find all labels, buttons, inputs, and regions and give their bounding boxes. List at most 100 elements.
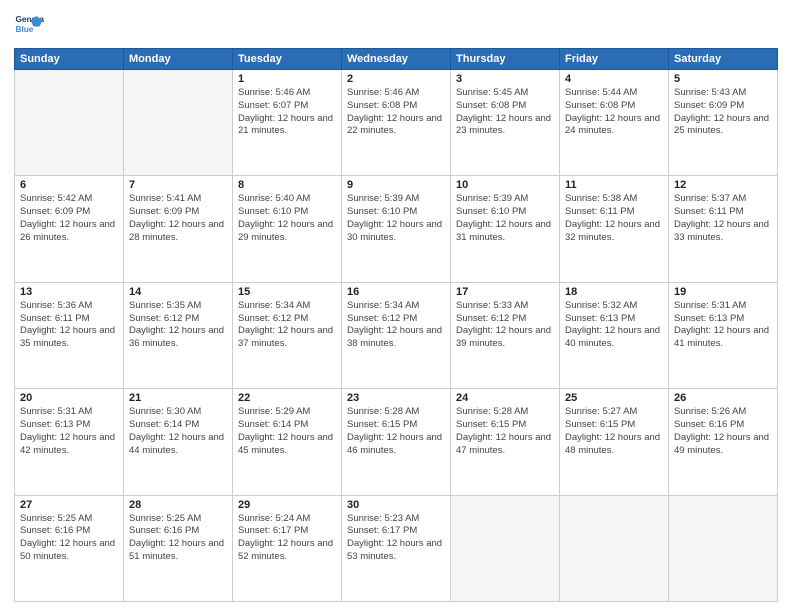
day-info: Sunrise: 5:41 AM Sunset: 6:09 PM Dayligh…: [129, 193, 227, 244]
calendar-cell: 21 Sunrise: 5:30 AM Sunset: 6:14 PM Dayli…: [124, 389, 233, 495]
day-info: Sunrise: 5:30 AM Sunset: 6:14 PM Dayligh…: [129, 406, 227, 457]
day-number: 21: [129, 392, 227, 404]
day-number: 22: [238, 392, 336, 404]
calendar-header-friday: Friday: [560, 49, 669, 70]
calendar-cell: 12 Sunrise: 5:37 AM Sunset: 6:11 PM Dayli…: [669, 176, 778, 282]
day-info: Sunrise: 5:39 AM Sunset: 6:10 PM Dayligh…: [456, 193, 554, 244]
day-info: Sunrise: 5:46 AM Sunset: 6:08 PM Dayligh…: [347, 87, 445, 138]
calendar-header-row: SundayMondayTuesdayWednesdayThursdayFrid…: [15, 49, 778, 70]
calendar-header-monday: Monday: [124, 49, 233, 70]
day-info: Sunrise: 5:27 AM Sunset: 6:15 PM Dayligh…: [565, 406, 663, 457]
calendar-cell: [669, 495, 778, 601]
day-info: Sunrise: 5:31 AM Sunset: 6:13 PM Dayligh…: [20, 406, 118, 457]
day-number: 25: [565, 392, 663, 404]
calendar-cell: 14Sunrise: 5:35 AM Sunset: 6:12 PM Dayli…: [124, 282, 233, 388]
day-info: Sunrise: 5:39 AM Sunset: 6:10 PM Dayligh…: [347, 193, 445, 244]
calendar-cell: [124, 70, 233, 176]
day-info: Sunrise: 5:34 AM Sunset: 6:12 PM Dayligh…: [347, 300, 445, 351]
day-number: 24: [456, 392, 554, 404]
calendar-cell: [451, 495, 560, 601]
day-number: 29: [238, 499, 336, 511]
calendar-cell: 4Sunrise: 5:44 AM Sunset: 6:08 PM Daylig…: [560, 70, 669, 176]
calendar-cell: 20 Sunrise: 5:31 AM Sunset: 6:13 PM Dayli…: [15, 389, 124, 495]
day-info: Sunrise: 5:45 AM Sunset: 6:08 PM Dayligh…: [456, 87, 554, 138]
day-info: Sunrise: 5:26 AM Sunset: 6:16 PM Dayligh…: [674, 406, 772, 457]
calendar-cell: 11Sunrise: 5:38 AM Sunset: 6:11 PM Dayli…: [560, 176, 669, 282]
day-info: Sunrise: 5:33 AM Sunset: 6:12 PM Dayligh…: [456, 300, 554, 351]
day-number: 2: [347, 73, 445, 85]
calendar-cell: 17 Sunrise: 5:33 AM Sunset: 6:12 PM Dayli…: [451, 282, 560, 388]
day-number: 15: [238, 286, 336, 298]
calendar-header-saturday: Saturday: [669, 49, 778, 70]
day-info: Sunrise: 5:44 AM Sunset: 6:08 PM Dayligh…: [565, 87, 663, 138]
calendar-cell: 27 Sunrise: 5:25 AM Sunset: 6:16 PM Dayli…: [15, 495, 124, 601]
calendar-cell: 15 Sunrise: 5:34 AM Sunset: 6:12 PM Dayli…: [233, 282, 342, 388]
day-info: Sunrise: 5:32 AM Sunset: 6:13 PM Dayligh…: [565, 300, 663, 351]
calendar-cell: 19 Sunrise: 5:31 AM Sunset: 6:13 PM Dayli…: [669, 282, 778, 388]
day-number: 5: [674, 73, 772, 85]
day-info: Sunrise: 5:28 AM Sunset: 6:15 PM Dayligh…: [347, 406, 445, 457]
calendar-cell: 30 Sunrise: 5:23 AM Sunset: 6:17 PM Dayli…: [342, 495, 451, 601]
calendar-header-thursday: Thursday: [451, 49, 560, 70]
day-number: 30: [347, 499, 445, 511]
day-info: Sunrise: 5:23 AM Sunset: 6:17 PM Dayligh…: [347, 513, 445, 564]
day-info: Sunrise: 5:43 AM Sunset: 6:09 PM Dayligh…: [674, 87, 772, 138]
calendar-cell: 23Sunrise: 5:28 AM Sunset: 6:15 PM Dayli…: [342, 389, 451, 495]
svg-text:Blue: Blue: [16, 25, 34, 34]
calendar-cell: 22Sunrise: 5:29 AM Sunset: 6:14 PM Dayli…: [233, 389, 342, 495]
day-info: Sunrise: 5:25 AM Sunset: 6:16 PM Dayligh…: [129, 513, 227, 564]
day-number: 8: [238, 179, 336, 191]
day-number: 14: [129, 286, 227, 298]
calendar-week-3: 20 Sunrise: 5:31 AM Sunset: 6:13 PM Dayli…: [15, 389, 778, 495]
calendar-cell: 18 Sunrise: 5:32 AM Sunset: 6:13 PM Dayli…: [560, 282, 669, 388]
day-number: 16: [347, 286, 445, 298]
calendar-cell: 9 Sunrise: 5:39 AM Sunset: 6:10 PM Daylig…: [342, 176, 451, 282]
logo: General Blue: [14, 10, 44, 40]
calendar-cell: 3 Sunrise: 5:45 AM Sunset: 6:08 PM Daylig…: [451, 70, 560, 176]
day-number: 10: [456, 179, 554, 191]
day-info: Sunrise: 5:25 AM Sunset: 6:16 PM Dayligh…: [20, 513, 118, 564]
day-number: 9: [347, 179, 445, 191]
day-info: Sunrise: 5:36 AM Sunset: 6:11 PM Dayligh…: [20, 300, 118, 351]
day-number: 27: [20, 499, 118, 511]
calendar-cell: 10 Sunrise: 5:39 AM Sunset: 6:10 PM Dayli…: [451, 176, 560, 282]
day-info: Sunrise: 5:34 AM Sunset: 6:12 PM Dayligh…: [238, 300, 336, 351]
day-number: 18: [565, 286, 663, 298]
day-info: Sunrise: 5:28 AM Sunset: 6:15 PM Dayligh…: [456, 406, 554, 457]
calendar-cell: 26 Sunrise: 5:26 AM Sunset: 6:16 PM Dayli…: [669, 389, 778, 495]
calendar-week-0: 1 Sunrise: 5:46 AM Sunset: 6:07 PM Daylig…: [15, 70, 778, 176]
day-number: 12: [674, 179, 772, 191]
calendar-header-sunday: Sunday: [15, 49, 124, 70]
calendar-cell: 16 Sunrise: 5:34 AM Sunset: 6:12 PM Dayli…: [342, 282, 451, 388]
day-number: 19: [674, 286, 772, 298]
calendar-cell: [560, 495, 669, 601]
calendar-week-1: 6 Sunrise: 5:42 AM Sunset: 6:09 PM Daylig…: [15, 176, 778, 282]
page: General Blue SundayMondayTuesdayWednesda…: [0, 0, 792, 612]
day-number: 6: [20, 179, 118, 191]
calendar-header-wednesday: Wednesday: [342, 49, 451, 70]
day-info: Sunrise: 5:37 AM Sunset: 6:11 PM Dayligh…: [674, 193, 772, 244]
calendar-table: SundayMondayTuesdayWednesdayThursdayFrid…: [14, 48, 778, 602]
day-number: 26: [674, 392, 772, 404]
day-info: Sunrise: 5:31 AM Sunset: 6:13 PM Dayligh…: [674, 300, 772, 351]
day-info: Sunrise: 5:24 AM Sunset: 6:17 PM Dayligh…: [238, 513, 336, 564]
day-info: Sunrise: 5:42 AM Sunset: 6:09 PM Dayligh…: [20, 193, 118, 244]
day-number: 13: [20, 286, 118, 298]
calendar-cell: 1 Sunrise: 5:46 AM Sunset: 6:07 PM Daylig…: [233, 70, 342, 176]
calendar-cell: 8Sunrise: 5:40 AM Sunset: 6:10 PM Daylig…: [233, 176, 342, 282]
calendar-cell: 13 Sunrise: 5:36 AM Sunset: 6:11 PM Dayli…: [15, 282, 124, 388]
calendar-cell: 2 Sunrise: 5:46 AM Sunset: 6:08 PM Daylig…: [342, 70, 451, 176]
day-number: 17: [456, 286, 554, 298]
day-info: Sunrise: 5:38 AM Sunset: 6:11 PM Dayligh…: [565, 193, 663, 244]
logo-icon: General Blue: [14, 10, 44, 40]
day-number: 3: [456, 73, 554, 85]
day-number: 20: [20, 392, 118, 404]
day-number: 1: [238, 73, 336, 85]
day-number: 28: [129, 499, 227, 511]
calendar-week-2: 13 Sunrise: 5:36 AM Sunset: 6:11 PM Dayli…: [15, 282, 778, 388]
day-number: 7: [129, 179, 227, 191]
calendar-cell: 28 Sunrise: 5:25 AM Sunset: 6:16 PM Dayli…: [124, 495, 233, 601]
header: General Blue: [14, 10, 778, 40]
calendar-cell: 29 Sunrise: 5:24 AM Sunset: 6:17 PM Dayli…: [233, 495, 342, 601]
day-info: Sunrise: 5:46 AM Sunset: 6:07 PM Dayligh…: [238, 87, 336, 138]
